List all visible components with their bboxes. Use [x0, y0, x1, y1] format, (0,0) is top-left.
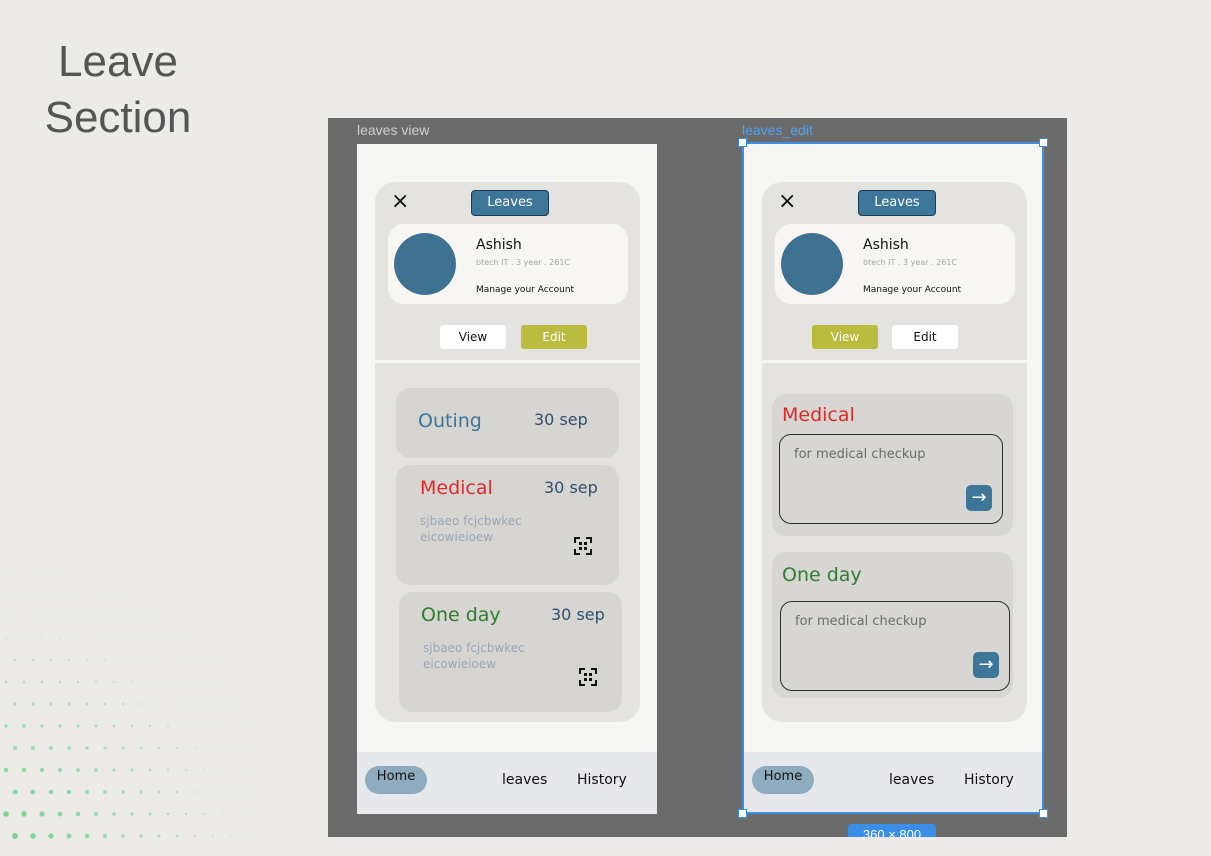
- design-canvas: leaves view leaves_edit × Leaves Ashish …: [328, 118, 1067, 837]
- submit-arrow-button[interactable]: →: [966, 485, 992, 511]
- nav-home[interactable]: Home: [365, 766, 427, 794]
- close-icon[interactable]: ×: [778, 191, 796, 213]
- qr-scan-icon[interactable]: [579, 668, 597, 686]
- leaves-card: × Leaves Ashish btech IT . 3 year . 261C…: [762, 182, 1027, 722]
- manage-account-link[interactable]: Manage your Account: [863, 285, 961, 295]
- resize-handle[interactable]: [1039, 138, 1048, 147]
- resize-handle[interactable]: [738, 809, 747, 818]
- submit-arrow-button[interactable]: →: [973, 652, 999, 678]
- leave-type: Outing: [418, 410, 482, 432]
- leave-description: sjbaeo fcjcbwkec eicowieioew: [420, 514, 522, 544]
- edit-block-medical: Medical for medical checkup →: [772, 394, 1013, 536]
- close-icon[interactable]: ×: [391, 191, 409, 213]
- leaves-title-badge: Leaves: [471, 190, 549, 216]
- edit-toggle-button[interactable]: Edit: [521, 325, 587, 349]
- profile-card: Ashish btech IT . 3 year . 261C Manage y…: [775, 224, 1015, 304]
- leaves-view-frame: × Leaves Ashish btech IT . 3 year . 261C…: [357, 144, 657, 814]
- leave-description: sjbaeo fcjcbwkec eicowieioew: [423, 641, 525, 671]
- resize-handle[interactable]: [1039, 809, 1048, 818]
- nav-history[interactable]: History: [577, 772, 627, 788]
- profile-card: Ashish btech IT . 3 year . 261C Manage y…: [388, 224, 628, 304]
- qr-scan-icon[interactable]: [574, 537, 592, 555]
- leave-type: Medical: [782, 404, 855, 426]
- leave-item-one-day[interactable]: One day 30 sep sjbaeo fcjcbwkec eicowiei…: [399, 592, 622, 712]
- leave-date: 30 sep: [534, 410, 588, 429]
- leave-type: Medical: [420, 477, 493, 499]
- leaves-card: × Leaves Ashish btech IT . 3 year . 261C…: [375, 182, 640, 722]
- frame-label-view[interactable]: leaves view: [357, 122, 429, 138]
- reason-input[interactable]: for medical checkup →: [780, 601, 1010, 691]
- manage-account-link[interactable]: Manage your Account: [476, 285, 574, 295]
- leave-type: One day: [421, 604, 501, 626]
- nav-history[interactable]: History: [964, 772, 1014, 788]
- resize-handle[interactable]: [738, 138, 747, 147]
- frame-label-edit[interactable]: leaves_edit: [742, 122, 813, 138]
- bottom-nav: Home leaves History: [357, 752, 657, 814]
- frame-size-badge: 360 × 800: [848, 824, 936, 837]
- reason-input[interactable]: for medical checkup →: [779, 434, 1003, 524]
- profile-details: btech IT . 3 year . 261C: [863, 258, 957, 267]
- divider: [375, 360, 640, 363]
- slide-title-line-1: Leave: [58, 37, 178, 86]
- leaves-edit-frame: × Leaves Ashish btech IT . 3 year . 261C…: [744, 144, 1044, 814]
- nav-leaves[interactable]: leaves: [889, 772, 934, 788]
- leave-item-medical[interactable]: Medical 30 sep sjbaeo fcjcbwkec eicowiei…: [396, 465, 619, 585]
- leave-date: 30 sep: [544, 478, 598, 497]
- nav-leaves[interactable]: leaves: [502, 772, 547, 788]
- leave-type: One day: [782, 564, 862, 586]
- divider: [762, 360, 1027, 363]
- bottom-nav: Home leaves History: [744, 752, 1044, 814]
- view-toggle-button[interactable]: View: [440, 325, 506, 349]
- profile-name: Ashish: [476, 237, 522, 253]
- reason-text: for medical checkup: [794, 447, 926, 462]
- edit-toggle-button[interactable]: Edit: [892, 325, 958, 349]
- profile-details: btech IT . 3 year . 261C: [476, 258, 570, 267]
- avatar: [394, 233, 456, 295]
- edit-block-one-day: One day for medical checkup →: [772, 552, 1013, 698]
- leave-date: 30 sep: [551, 605, 605, 624]
- slide-title-line-2: Section: [44, 93, 192, 142]
- view-toggle-button[interactable]: View: [812, 325, 878, 349]
- decorative-dot-pattern: [3, 571, 250, 839]
- reason-text: for medical checkup: [795, 614, 927, 629]
- leave-item-outing[interactable]: Outing 30 sep: [396, 388, 619, 458]
- leaves-title-badge: Leaves: [858, 190, 936, 216]
- nav-home[interactable]: Home: [752, 766, 814, 794]
- avatar: [781, 233, 843, 295]
- slide-title: Leave Section: [18, 34, 218, 146]
- profile-name: Ashish: [863, 237, 909, 253]
